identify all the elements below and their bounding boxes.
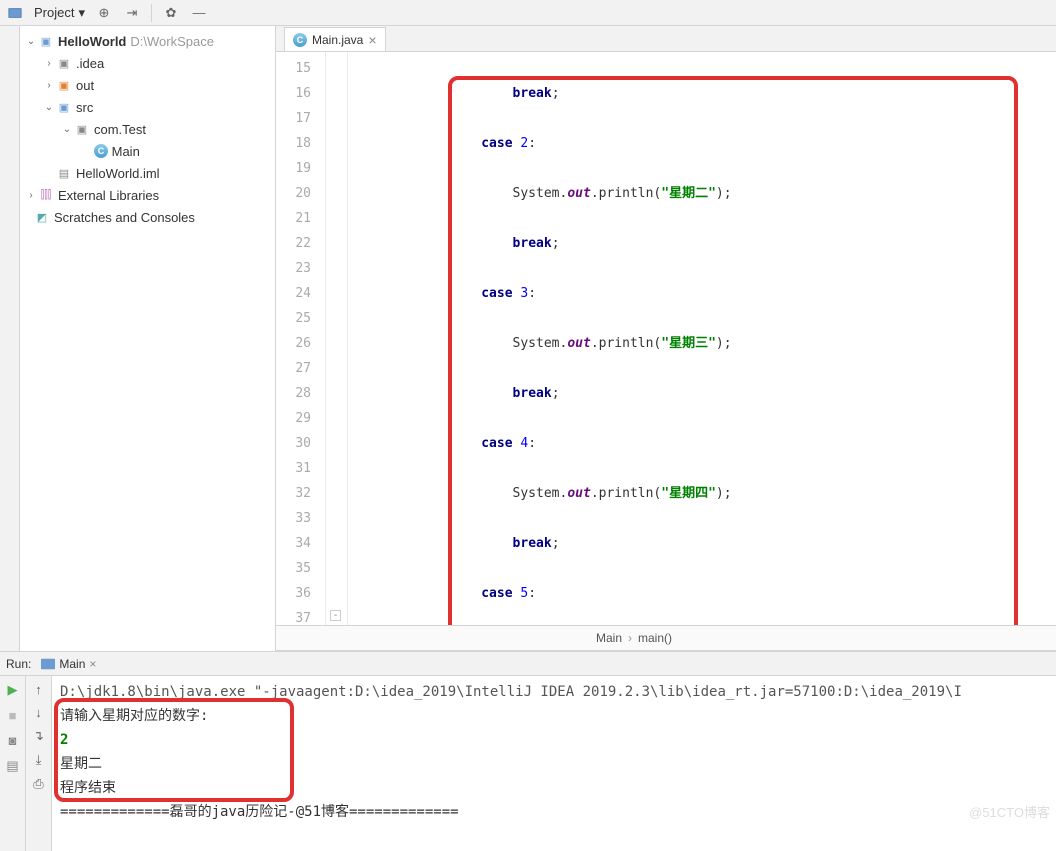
tree-root[interactable]: ⌄▣HelloWorldD:\WorkSpace [20, 30, 275, 52]
tab-label: Main.java [312, 33, 363, 47]
tree-out[interactable]: ›▣out [20, 74, 275, 96]
target-icon[interactable]: ⊕ [95, 4, 113, 22]
tree-main-file[interactable]: C Main [20, 140, 275, 162]
console-cmd: D:\jdk1.8\bin\java.exe "-javaagent:D:\id… [60, 680, 1048, 704]
editor-area: C Main.java × 15161718192021222324252627… [276, 26, 1056, 651]
line-gutter: 1516171819202122232425262728293031323334… [276, 52, 326, 625]
print-icon[interactable]: ⎙ [33, 776, 43, 792]
tree-root-label: HelloWorld [58, 34, 126, 49]
close-icon[interactable]: × [368, 32, 376, 48]
hide-icon[interactable]: — [190, 4, 208, 22]
run-label: Run: [6, 657, 31, 671]
up-icon[interactable]: ↑ [35, 682, 42, 697]
collapse-icon[interactable]: ⇥ [123, 4, 141, 22]
tree-idea[interactable]: ›▣.idea [20, 52, 275, 74]
console-input: 2 [60, 728, 1048, 752]
run-tool-col2: ↑ ↓ ↴ ⤓ ⎙ [26, 676, 52, 851]
project-tree[interactable]: ⌄▣HelloWorldD:\WorkSpace ›▣.idea ›▣out ⌄… [20, 26, 275, 651]
down-icon[interactable]: ↓ [35, 705, 42, 720]
tree-src[interactable]: ⌄▣src [20, 96, 275, 118]
top-toolbar: Project▾ ⊕ ⇥ ✿ — [0, 0, 1056, 26]
tree-root-path: D:\WorkSpace [130, 34, 214, 49]
class-icon: C [94, 144, 108, 158]
breadcrumb[interactable]: Main › main() [276, 625, 1056, 651]
tree-iml[interactable]: ▤HelloWorld.iml [20, 162, 275, 184]
main-area: ⌄▣HelloWorldD:\WorkSpace ›▣.idea ›▣out ⌄… [0, 26, 1056, 651]
camera-icon[interactable]: ◙ [9, 733, 17, 748]
stop-icon[interactable]: ■ [9, 708, 17, 723]
project-sidebar: ⌄▣HelloWorldD:\WorkSpace ›▣.idea ›▣out ⌄… [20, 26, 276, 651]
project-combo[interactable] [6, 4, 24, 22]
project-label[interactable]: Project▾ [34, 5, 85, 21]
breadcrumb-class[interactable]: Main [596, 631, 622, 645]
console-output[interactable]: D:\jdk1.8\bin\java.exe "-javaagent:D:\id… [52, 676, 1056, 851]
tree-scratches[interactable]: ◩Scratches and Consoles [20, 206, 275, 228]
rerun-icon[interactable]: ▶ [8, 682, 18, 698]
gear-icon[interactable]: ✿ [162, 4, 180, 22]
run-config-name[interactable]: Main [59, 657, 85, 671]
chevron-right-icon: › [628, 631, 632, 645]
code-area[interactable]: break; case 2: System.out.println("星期二")… [348, 52, 1056, 625]
left-tool-strip [0, 26, 20, 651]
wrap-icon[interactable]: ↴ [33, 728, 44, 744]
run-body: ▶ ■ ◙ ▤ ↑ ↓ ↴ ⤓ ⎙ D:\jdk1.8\bin\java.exe… [0, 676, 1056, 851]
editor-tabs: C Main.java × [276, 26, 1056, 52]
separator [151, 4, 152, 22]
run-config-icon [41, 657, 55, 671]
tab-main-java[interactable]: C Main.java × [284, 27, 386, 51]
run-panel: Run: Main × ▶ ■ ◙ ▤ ↑ ↓ ↴ ⤓ ⎙ D:\jdk1.8\… [0, 651, 1056, 851]
tree-pkg[interactable]: ⌄▣com.Test [20, 118, 275, 140]
console-line: 星期二 [60, 752, 1048, 776]
layout-icon[interactable]: ▤ [6, 758, 18, 774]
tree-ext-lib[interactable]: ›⫿⫿⫿External Libraries [20, 184, 275, 206]
fold-icon[interactable]: - [330, 610, 341, 621]
scroll-icon[interactable]: ⤓ [36, 752, 42, 768]
console-separator: =============磊哥的java历险记-@51博客===========… [60, 800, 1048, 824]
class-icon: C [293, 33, 307, 47]
console-line: 程序结束 [60, 776, 1048, 800]
editor-body[interactable]: 1516171819202122232425262728293031323334… [276, 52, 1056, 625]
close-icon[interactable]: × [89, 657, 96, 671]
watermark: @51CTO博客 [969, 802, 1050, 821]
run-tool-col1: ▶ ■ ◙ ▤ [0, 676, 26, 851]
console-line: 请输入星期对应的数字: [60, 704, 1048, 728]
fold-gutter: - [326, 52, 348, 625]
breadcrumb-method[interactable]: main() [638, 631, 672, 645]
run-header: Run: Main × [0, 652, 1056, 676]
